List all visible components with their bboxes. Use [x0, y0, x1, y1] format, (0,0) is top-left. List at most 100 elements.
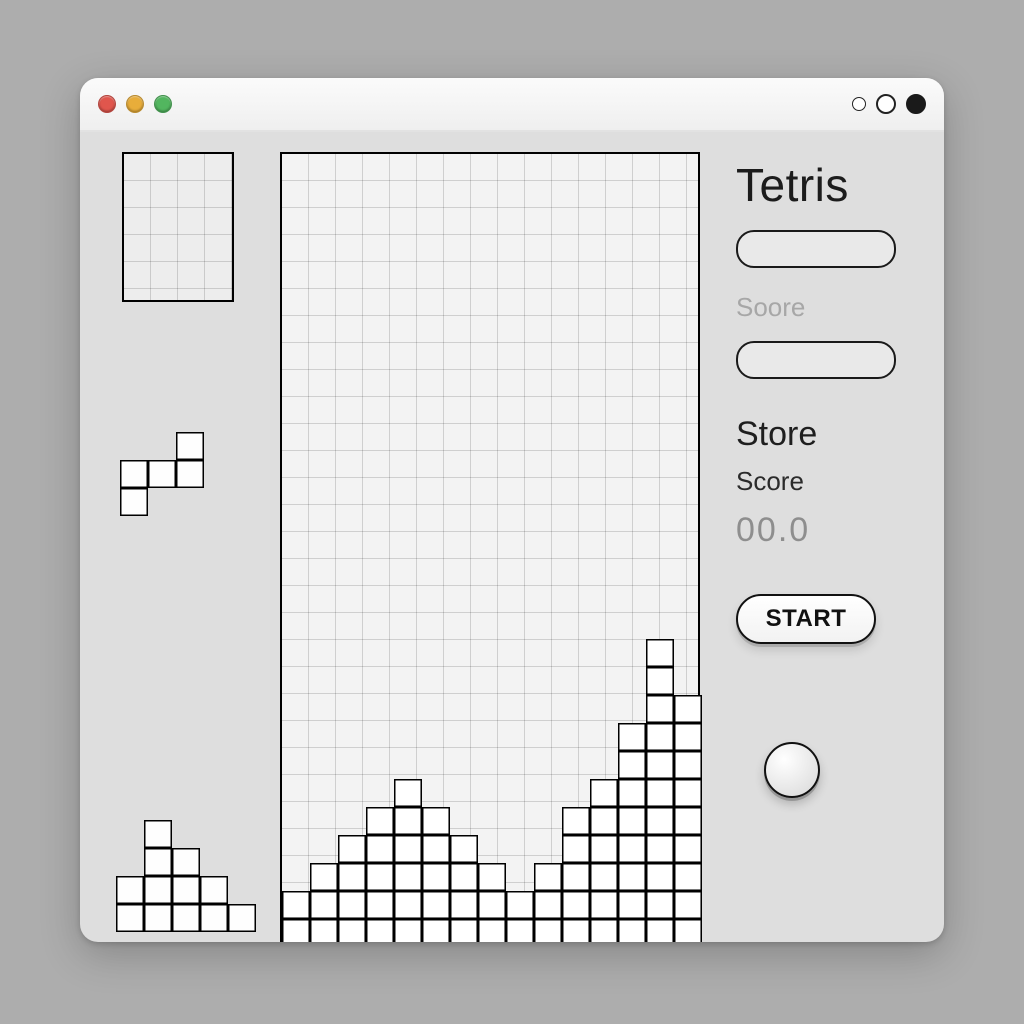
board-cell [534, 639, 562, 667]
board-cell [534, 891, 562, 919]
board-cell [478, 667, 506, 695]
store-label: Store [736, 415, 916, 454]
board-cell [422, 779, 450, 807]
board-cell [506, 779, 534, 807]
board-cell [674, 751, 702, 779]
board-cell [394, 807, 422, 835]
board-cell [534, 863, 562, 891]
board-cell [506, 695, 534, 723]
board-cell [422, 863, 450, 891]
board-cell [562, 639, 590, 667]
start-button[interactable]: START [736, 594, 876, 644]
board-cell [282, 667, 310, 695]
board-cell [282, 863, 310, 891]
board-cell [450, 667, 478, 695]
dot-icon[interactable] [906, 94, 926, 114]
board-row [282, 835, 698, 863]
board-row [282, 695, 698, 723]
board-row [282, 779, 698, 807]
app-window: Tetris Soore Store Score 00.0 START [80, 78, 944, 942]
board-cell [422, 639, 450, 667]
board-cell [422, 807, 450, 835]
board-cell [590, 891, 618, 919]
board-cell [618, 835, 646, 863]
board-cell [366, 919, 394, 942]
board-cell [338, 835, 366, 863]
board-cell [562, 751, 590, 779]
board-cell [562, 779, 590, 807]
board-cell [478, 835, 506, 863]
board-cell [478, 807, 506, 835]
board-cell [282, 919, 310, 942]
board-cell [506, 667, 534, 695]
board-cell [534, 695, 562, 723]
board-cell [282, 695, 310, 723]
board-cell [338, 723, 366, 751]
board-cell [450, 751, 478, 779]
board-cell [478, 891, 506, 919]
board-cell [646, 919, 674, 942]
board-cell [366, 695, 394, 723]
board-cell [282, 639, 310, 667]
board-cell [506, 807, 534, 835]
board-cell [310, 667, 338, 695]
board-cell [618, 695, 646, 723]
sidebar: Tetris Soore Store Score 00.0 START [736, 152, 916, 798]
board-cell [674, 779, 702, 807]
board-cell [674, 695, 702, 723]
board-cell [422, 723, 450, 751]
window-content: Tetris Soore Store Score 00.0 START [80, 132, 944, 942]
board-cell [366, 723, 394, 751]
playfield[interactable] [280, 152, 700, 942]
board-cell [618, 639, 646, 667]
score-field[interactable] [736, 341, 896, 379]
board-cell [450, 863, 478, 891]
board-cell [534, 919, 562, 942]
minimize-icon[interactable] [126, 95, 144, 113]
round-button[interactable] [764, 742, 820, 798]
board-cell [618, 863, 646, 891]
board-cell [590, 667, 618, 695]
board-cell [646, 695, 674, 723]
board-cell [618, 751, 646, 779]
board-cell [338, 779, 366, 807]
board-cell [534, 807, 562, 835]
board-cell [618, 807, 646, 835]
board-cell [478, 779, 506, 807]
board-cell [646, 751, 674, 779]
board-cell [562, 807, 590, 835]
circle-icon[interactable] [876, 94, 896, 114]
board-cell [366, 863, 394, 891]
board-cell [422, 891, 450, 919]
close-icon[interactable] [98, 95, 116, 113]
board-row [282, 807, 698, 835]
board-cell [646, 863, 674, 891]
indicator-icon [852, 97, 866, 111]
board-cell [618, 667, 646, 695]
loose-pile [116, 820, 256, 932]
title-field[interactable] [736, 230, 896, 268]
board-cell [618, 891, 646, 919]
maximize-icon[interactable] [154, 95, 172, 113]
board-cell [478, 919, 506, 942]
board-cell [310, 807, 338, 835]
board-cell [338, 751, 366, 779]
board-cell [562, 919, 590, 942]
score-label-faint: Soore [736, 292, 916, 323]
board-cell [674, 835, 702, 863]
titlebar-right-icons [852, 94, 926, 114]
board-cell [646, 891, 674, 919]
board-cell [534, 667, 562, 695]
board-cell [478, 751, 506, 779]
board-cell [450, 723, 478, 751]
board-row [282, 863, 698, 891]
board-cell [310, 835, 338, 863]
board-row [282, 723, 698, 751]
board-cell [450, 807, 478, 835]
board-cell [366, 639, 394, 667]
board-cell [338, 667, 366, 695]
board-cell [394, 919, 422, 942]
board-cell [422, 695, 450, 723]
board-cell [590, 807, 618, 835]
board-cell [394, 667, 422, 695]
